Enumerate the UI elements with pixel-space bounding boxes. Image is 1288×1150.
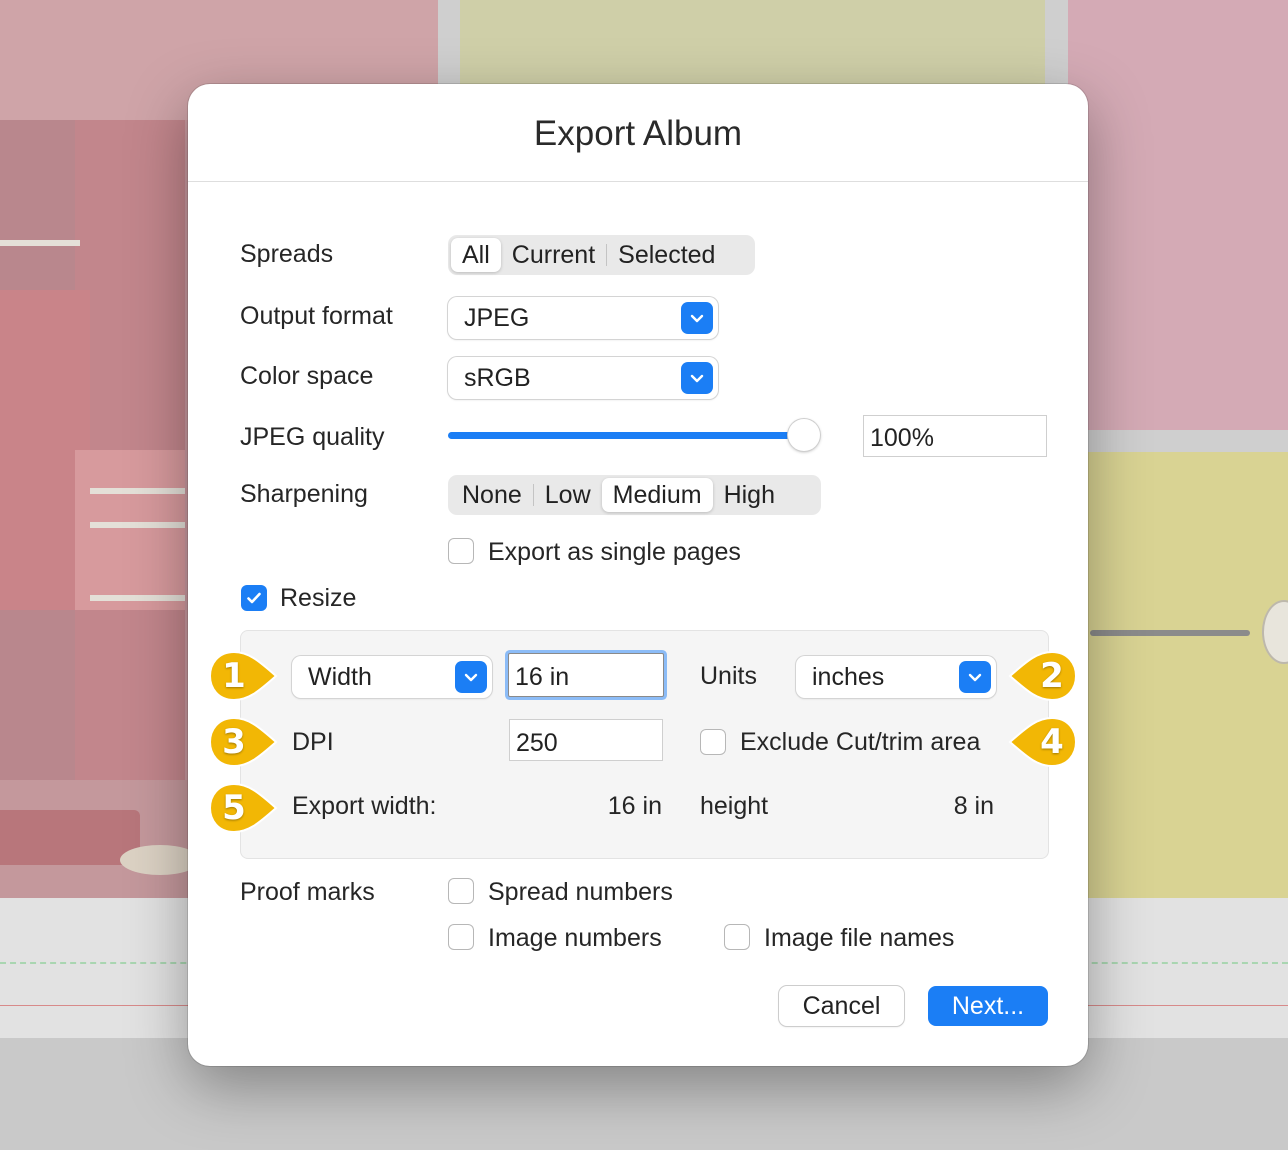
callout-badge-3: 3 xyxy=(208,716,278,768)
chevron-down-icon xyxy=(681,362,713,394)
image-numbers-label: Image numbers xyxy=(488,924,662,952)
callout-number: 3 xyxy=(222,722,246,762)
units-label: Units xyxy=(700,662,757,690)
chevron-down-icon xyxy=(681,302,713,334)
spread-numbers-checkbox[interactable] xyxy=(448,878,474,904)
spread-numbers-label: Spread numbers xyxy=(488,878,673,906)
resize-dimension-value: Width xyxy=(308,663,372,691)
resize-label: Resize xyxy=(280,584,357,612)
spreads-option-current[interactable]: Current xyxy=(501,238,606,272)
sharpening-option-none[interactable]: None xyxy=(451,478,533,512)
sharpening-label: Sharpening xyxy=(240,480,368,508)
bg-shelf xyxy=(90,488,185,494)
chevron-down-icon xyxy=(455,661,487,693)
spreads-option-all[interactable]: All xyxy=(451,238,501,272)
color-space-popup[interactable]: sRGB xyxy=(448,357,718,399)
image-numbers-checkbox[interactable] xyxy=(448,924,474,950)
callout-number: 1 xyxy=(222,656,246,696)
bg-bench xyxy=(0,810,140,865)
output-format-value: JPEG xyxy=(464,304,530,332)
spreads-label: Spreads xyxy=(240,240,334,268)
spreads-segmented-control: All Current Selected xyxy=(448,235,755,275)
dialog-title: Export Album xyxy=(188,84,1088,182)
bg-shelf xyxy=(90,522,185,528)
background-photo-right-bottom xyxy=(1088,452,1288,898)
output-format-popup[interactable]: JPEG xyxy=(448,297,718,339)
checkmark-icon xyxy=(247,592,261,604)
units-popup[interactable]: inches xyxy=(796,656,996,698)
jpeg-quality-slider-knob[interactable] xyxy=(788,419,820,451)
exclude-cut-trim-label: Exclude Cut/trim area xyxy=(740,728,981,756)
background-photo-right-top xyxy=(1068,0,1288,430)
image-file-names-checkbox[interactable] xyxy=(724,924,750,950)
proof-marks-label: Proof marks xyxy=(240,878,375,906)
callout-badge-4: 4 xyxy=(1008,716,1078,768)
sharpening-segmented-control: None Low Medium High xyxy=(448,475,821,515)
bg-fork xyxy=(1090,630,1250,636)
callout-number: 5 xyxy=(222,788,246,828)
jpeg-quality-field[interactable]: 100% xyxy=(863,415,1047,457)
bg-shelf xyxy=(0,240,80,246)
units-value: inches xyxy=(812,663,885,691)
export-width-value: 16 in xyxy=(607,792,662,820)
sharpening-option-low[interactable]: Low xyxy=(534,478,602,512)
color-space-value: sRGB xyxy=(464,364,531,392)
image-file-names-label: Image file names xyxy=(764,924,955,952)
color-space-label: Color space xyxy=(240,362,374,390)
chevron-down-icon xyxy=(959,661,991,693)
jpeg-quality-slider-track[interactable] xyxy=(448,432,798,439)
callout-badge-1: 1 xyxy=(208,650,278,702)
export-single-pages-label: Export as single pages xyxy=(488,538,741,566)
export-width-label: Export width: xyxy=(292,792,437,820)
resize-checkbox[interactable] xyxy=(241,585,267,611)
dpi-field[interactable]: 250 xyxy=(509,719,663,761)
sharpening-option-high[interactable]: High xyxy=(713,478,786,512)
exclude-cut-trim-checkbox[interactable] xyxy=(700,729,726,755)
output-format-label: Output format xyxy=(240,302,393,330)
jpeg-quality-label: JPEG quality xyxy=(240,423,385,451)
callout-number: 2 xyxy=(1040,656,1064,696)
callout-badge-2: 2 xyxy=(1008,650,1078,702)
callout-badge-5: 5 xyxy=(208,782,278,834)
resize-dimension-popup[interactable]: Width xyxy=(292,656,492,698)
export-single-pages-checkbox[interactable] xyxy=(448,538,474,564)
cancel-button[interactable]: Cancel xyxy=(779,986,904,1026)
dpi-label: DPI xyxy=(292,728,334,756)
bg-shelf xyxy=(90,595,185,601)
export-height-label: height xyxy=(700,792,769,820)
resize-size-field[interactable]: 16 in xyxy=(508,653,664,697)
callout-number: 4 xyxy=(1040,722,1064,762)
spreads-option-selected[interactable]: Selected xyxy=(607,238,726,272)
export-height-value: 8 in xyxy=(953,792,994,820)
next-button[interactable]: Next... xyxy=(928,986,1048,1026)
bg-shelf-block xyxy=(75,450,185,610)
sharpening-option-medium[interactable]: Medium xyxy=(601,478,713,512)
export-album-dialog: Export Album Spreads All Current Selecte… xyxy=(188,84,1088,1066)
background-photo-middle xyxy=(460,0,1045,85)
